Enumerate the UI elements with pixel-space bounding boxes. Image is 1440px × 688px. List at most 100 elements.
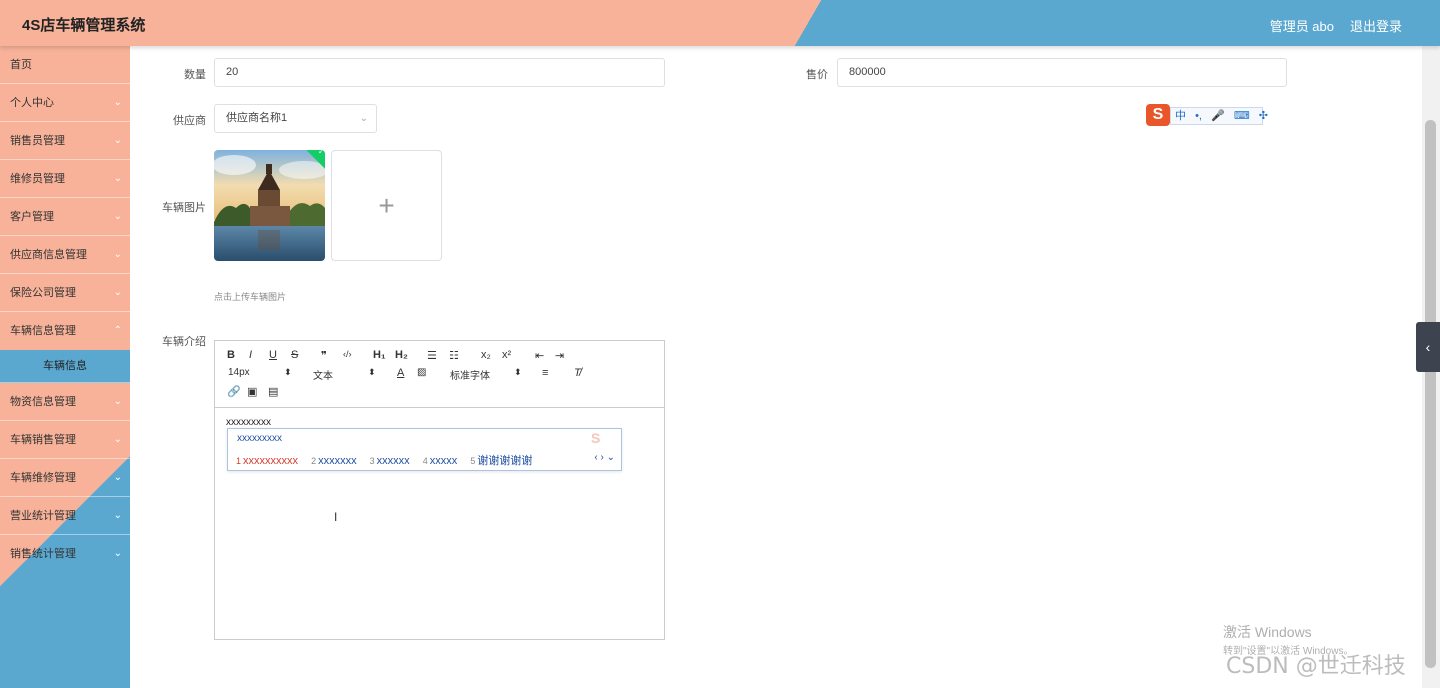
sogou-watermark-icon: S <box>591 430 601 446</box>
subscript-button[interactable]: x₂ <box>481 349 491 361</box>
vehicle-image-thumbnail[interactable]: ✓ <box>214 150 325 261</box>
castle-photo <box>214 150 325 261</box>
link-icon[interactable]: 🔗 <box>227 385 241 398</box>
supplier-selected-value: 供应商名称1 <box>226 112 288 124</box>
text-cursor-icon: I <box>334 510 338 524</box>
candidate-text: xxxxxxxxxx <box>243 455 299 467</box>
sidebar-item-label: 首页 <box>10 59 32 71</box>
up-down-icon: ⬍ <box>368 367 376 377</box>
ime-page-nav[interactable]: ‹ › ⌄ <box>594 452 615 463</box>
ime-toolbar: 中 •, 🎤 ⌨ ✣ <box>1170 107 1268 125</box>
font-family-value: 标准字体 <box>450 371 490 382</box>
underline-button[interactable]: U <box>269 349 277 361</box>
indent-button[interactable]: ⇥ <box>555 349 564 362</box>
ime-candidates: 1 xxxxxxxxxx 2 xxxxxxx 3 xxxxxx 4 xxxxx 5 谢谢谢… <box>236 452 542 468</box>
sidebar-item-sales-stats[interactable]: 销售统计管理 ⌄ <box>0 535 130 573</box>
supplier-select[interactable]: 供应商名称1 ⌄ <box>214 104 377 133</box>
quantity-input[interactable]: 20 <box>214 58 665 87</box>
code-block-button[interactable]: ‹/› <box>343 349 352 359</box>
chevron-down-icon: ⌄ <box>113 249 122 260</box>
sidebar-item-supplier[interactable]: 供应商信息管理 ⌄ <box>0 236 130 274</box>
upload-image-button[interactable]: + <box>331 150 442 261</box>
ime-candidate[interactable]: 1 xxxxxxxxxx <box>236 455 298 467</box>
font-family-select[interactable]: 标准字体 <box>450 367 490 382</box>
sidebar-item-vehicle-repair[interactable]: 车辆维修管理 ⌄ <box>0 459 130 497</box>
font-size-select[interactable]: 14px <box>228 367 250 378</box>
scrollbar-thumb[interactable] <box>1425 120 1436 668</box>
sidebar-item-label: 维修员管理 <box>10 173 65 185</box>
quantity-label: 数量 <box>184 69 206 81</box>
outdent-button[interactable]: ⇤ <box>535 349 544 362</box>
plus-icon: + <box>378 190 395 221</box>
bold-button[interactable]: B <box>227 349 235 361</box>
vehicle-intro-label: 车辆介绍 <box>162 336 206 348</box>
text-color-button[interactable]: A <box>397 367 404 379</box>
top-header: 4S店车辆管理系统 管理员 abo 退出登录 <box>0 0 1440 46</box>
sidebar-item-label: 物资信息管理 <box>10 396 76 408</box>
current-user: 管理员 abo <box>1269 19 1334 34</box>
editor-content[interactable]: xxxxxxxxx <box>226 417 271 428</box>
sidebar-item-insurance[interactable]: 保险公司管理 ⌄ <box>0 274 130 312</box>
csdn-watermark: CSDN @世迁科技 <box>1226 654 1406 679</box>
ime-candidate[interactable]: 3 xxxxxx <box>370 455 410 467</box>
sidebar-item-label: 客户管理 <box>10 211 54 223</box>
heading1-button[interactable]: H₁ <box>373 349 386 361</box>
image-icon[interactable]: ▣ <box>247 385 257 398</box>
sidebar-item-home[interactable]: 首页 <box>0 46 130 84</box>
sidebar-item-business-stats[interactable]: 营业统计管理 ⌄ <box>0 497 130 535</box>
logout-button[interactable]: 退出登录 <box>1350 16 1402 35</box>
background-color-button[interactable]: ▨ <box>417 367 426 378</box>
ime-candidate[interactable]: 2 xxxxxxx <box>311 455 357 467</box>
align-button[interactable]: ≡ <box>542 367 548 379</box>
superscript-button[interactable]: x² <box>502 349 511 361</box>
ordered-list-button[interactable]: ☰ <box>427 349 437 362</box>
sidebar-item-label: 销售员管理 <box>10 135 65 147</box>
rich-text-editor: B I U S ❞ ‹/› H₁ H₂ ☰ ☷ x₂ x² ⇤ ⇥ 14px ⬍… <box>214 340 665 640</box>
ime-candidate[interactable]: 4 xxxxx <box>423 455 458 467</box>
text-type-select[interactable]: 文本 <box>313 367 333 382</box>
ime-status-bar[interactable]: S 中 •, 🎤 ⌨ ✣ <box>1146 104 1268 126</box>
chevron-down-icon: ⌄ <box>113 97 122 108</box>
candidate-text: xxxxx <box>429 455 458 467</box>
ime-candidate-popup: xxxxxxxxx S 1 xxxxxxxxxx 2 xxxxxxx 3 xxxxxx… <box>227 428 622 471</box>
keyboard-icon[interactable]: ⌨ <box>1234 110 1250 122</box>
sidebar-subitem-vehicle-info[interactable]: 车辆信息 <box>0 350 130 383</box>
chevron-down-icon: ⌄ <box>113 548 122 559</box>
video-icon[interactable]: ▤ <box>268 385 278 398</box>
chevron-down-icon: ⌄ <box>113 287 122 298</box>
sidebar-item-label: 车辆信息管理 <box>10 325 76 337</box>
italic-button[interactable]: I <box>249 349 252 361</box>
price-input[interactable]: 800000 <box>837 58 1287 87</box>
sidebar: 首页 个人中心 ⌄ 销售员管理 ⌄ 维修员管理 ⌄ 客户管理 ⌄ 供应商信息管理 ⌄ 保险… <box>0 46 130 688</box>
chevron-down-icon: ⌄ <box>359 113 368 124</box>
sidebar-item-repairman[interactable]: 维修员管理 ⌄ <box>0 160 130 198</box>
bullet-list-button[interactable]: ☷ <box>449 349 459 362</box>
ime-candidate[interactable]: 5 谢谢谢谢谢 <box>470 455 532 467</box>
editor-toolbar: B I U S ❞ ‹/› H₁ H₂ ☰ ☷ x₂ x² ⇤ ⇥ 14px ⬍… <box>215 341 664 408</box>
punctuation-icon[interactable]: •, <box>1195 110 1202 122</box>
ime-composition: xxxxxxxxx <box>237 433 282 444</box>
chevron-down-icon: ⌄ <box>113 510 122 521</box>
heading2-button[interactable]: H₂ <box>395 349 408 361</box>
sidebar-item-customer[interactable]: 客户管理 ⌄ <box>0 198 130 236</box>
sidebar-item-material[interactable]: 物资信息管理 ⌄ <box>0 383 130 421</box>
chevron-left-icon[interactable]: ‹ <box>1416 322 1440 372</box>
candidate-number: 3 <box>369 456 375 466</box>
text-type-value: 文本 <box>313 371 333 382</box>
chevron-down-icon: ⌄ <box>113 135 122 146</box>
sidebar-item-vehicle-mgmt[interactable]: 车辆信息管理 ⌃ <box>0 312 130 350</box>
toolbox-icon[interactable]: ✣ <box>1259 110 1268 122</box>
chevron-down-icon: ⌄ <box>113 396 122 407</box>
sidebar-item-profile[interactable]: 个人中心 ⌄ <box>0 84 130 122</box>
blockquote-button[interactable]: ❞ <box>321 349 327 362</box>
chinese-mode-icon[interactable]: 中 <box>1175 110 1186 122</box>
sidebar-item-vehicle-sales[interactable]: 车辆销售管理 ⌄ <box>0 421 130 459</box>
up-down-icon: ⬍ <box>284 367 292 377</box>
candidate-text: xxxxxxx <box>318 455 357 467</box>
strike-button[interactable]: S <box>291 349 298 361</box>
main-content: 数量 20 售价 800000 供应商 供应商名称1 ⌄ 车辆图片 ✓ + 点击… <box>130 46 1422 688</box>
microphone-icon[interactable]: 🎤 <box>1211 110 1225 122</box>
candidate-text: xxxxxx <box>376 455 410 467</box>
clear-format-button[interactable]: T̸ <box>574 367 581 379</box>
sidebar-item-salesperson[interactable]: 销售员管理 ⌄ <box>0 122 130 160</box>
